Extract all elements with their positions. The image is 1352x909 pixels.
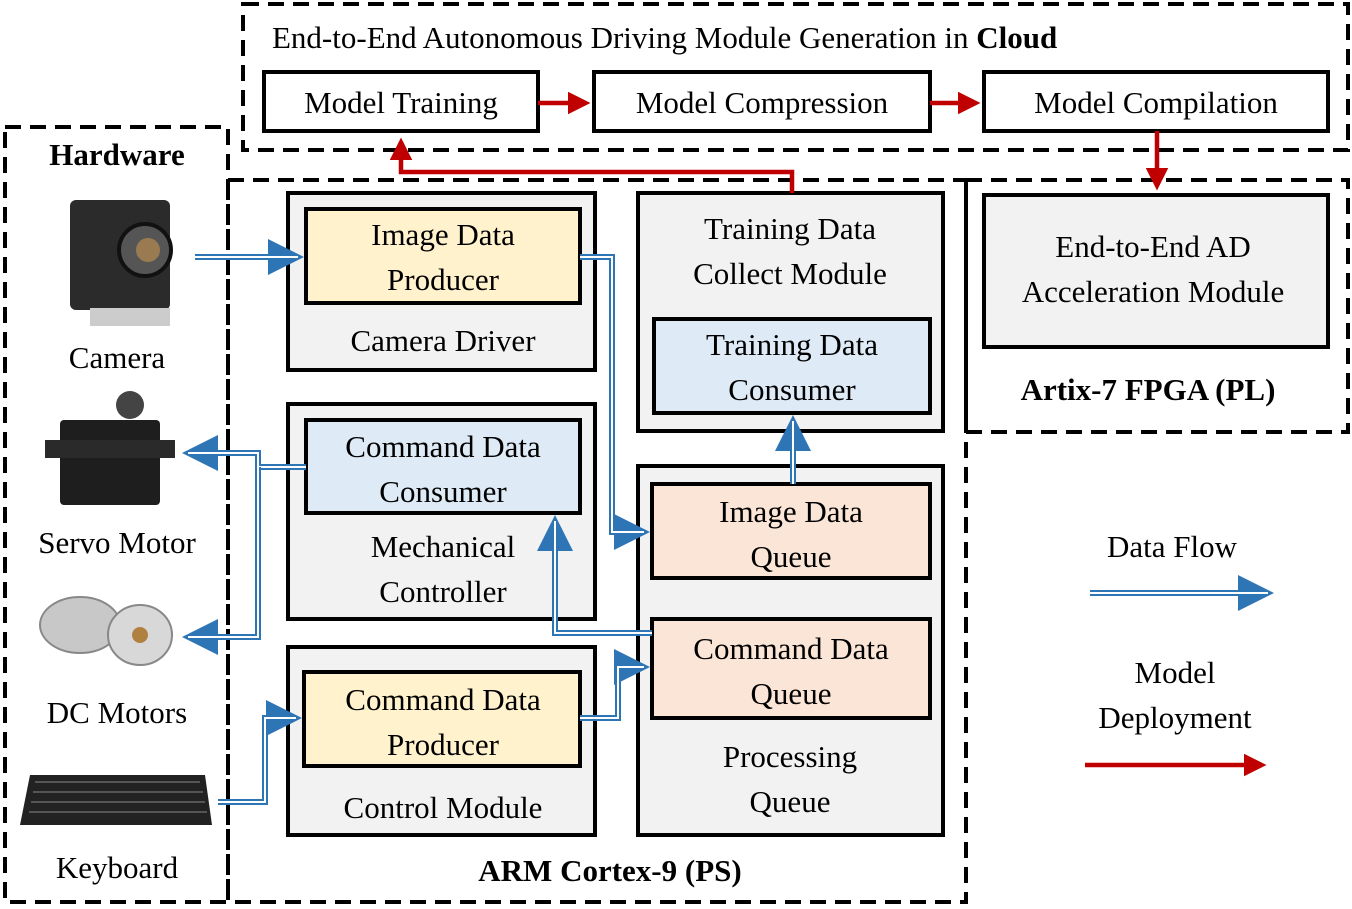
svg-text:Training Data: Training Data [704, 211, 876, 246]
training-data-collect-box: Training Data Collect Module Training Dat… [636, 191, 945, 433]
svg-text:End-to-End AD: End-to-End AD [1055, 229, 1250, 264]
acceleration-module-box [982, 193, 1330, 349]
hardware-title: Hardware [49, 137, 184, 172]
consumer-to-dc-arrow [182, 467, 261, 655]
fpga-region: End-to-End AD Acceleration Module Artix-7… [964, 178, 1350, 434]
svg-text:Camera Driver: Camera Driver [350, 323, 536, 358]
svg-text:Model Training: Model Training [304, 85, 498, 120]
svg-text:Consumer: Consumer [728, 372, 856, 407]
svg-text:Control Module: Control Module [344, 790, 543, 825]
legend-data-flow-label: Data Flow [1107, 529, 1238, 564]
svg-text:Training Data: Training Data [706, 327, 878, 362]
mechanical-controller-box: Command Data Consumer Mechanical Controlle… [286, 402, 597, 621]
svg-text:Command Data: Command Data [345, 429, 541, 464]
svg-text:Model Compression: Model Compression [636, 85, 889, 120]
svg-text:Collect Module: Collect Module [693, 256, 887, 291]
legend-deployment-label: Model [1135, 655, 1216, 690]
processing-queue-box: Image Data Queue Command Data Queue Proces… [636, 464, 945, 837]
cloud-region: End-to-End Autonomous Driving Module Gen… [241, 2, 1350, 152]
servo-motor-label: Servo Motor [38, 525, 196, 560]
svg-text:Image Data: Image Data [371, 217, 515, 252]
svg-text:Acceleration Module: Acceleration Module [1022, 274, 1285, 309]
svg-text:Mechanical: Mechanical [371, 529, 516, 564]
svg-text:Model Compilation: Model Compilation [1034, 85, 1278, 120]
arm-region: ARM Cortex-9 (PS) Image Data Producer Cam… [226, 178, 968, 904]
model-compression-box: Model Compression [592, 70, 932, 133]
svg-text:Consumer: Consumer [379, 474, 507, 509]
svg-text:Image Data: Image Data [719, 494, 863, 529]
svg-text:Producer: Producer [387, 727, 500, 762]
dc-motors-label: DC Motors [47, 695, 187, 730]
svg-text:Queue: Queue [751, 676, 832, 711]
keyboard-label: Keyboard [56, 850, 179, 885]
svg-text:Queue: Queue [751, 539, 832, 574]
servo-motor-icon [45, 391, 175, 505]
camera-label: Camera [69, 340, 166, 375]
hardware-region: Hardware Camera Servo Motor DC Motors Ke… [3, 125, 230, 904]
svg-text:Producer: Producer [387, 262, 500, 297]
control-module-box: Command Data Producer Control Module [286, 645, 597, 837]
svg-text:Deployment: Deployment [1098, 700, 1252, 735]
cloud-title: End-to-End Autonomous Driving Module Gen… [272, 20, 1057, 55]
camera-icon [70, 200, 173, 326]
model-compilation-box: Model Compilation [982, 70, 1330, 133]
svg-text:Processing: Processing [723, 739, 857, 774]
keyboard-icon [20, 775, 212, 825]
architecture-diagram: End-to-End Autonomous Driving Module Gen… [3, 2, 1350, 904]
dc-motors-icon [39, 596, 173, 666]
svg-text:Command Data: Command Data [345, 682, 541, 717]
arm-label: ARM Cortex-9 (PS) [478, 853, 741, 888]
fpga-label: Artix-7 FPGA (PL) [1021, 372, 1276, 407]
legend: Data Flow Model Deployment [1085, 529, 1267, 777]
svg-text:Command Data: Command Data [693, 631, 889, 666]
model-training-box: Model Training [262, 70, 540, 133]
camera-driver-box: Image Data Producer Camera Driver [286, 191, 597, 372]
svg-text:Queue: Queue [750, 784, 831, 819]
svg-text:Controller: Controller [379, 574, 507, 609]
